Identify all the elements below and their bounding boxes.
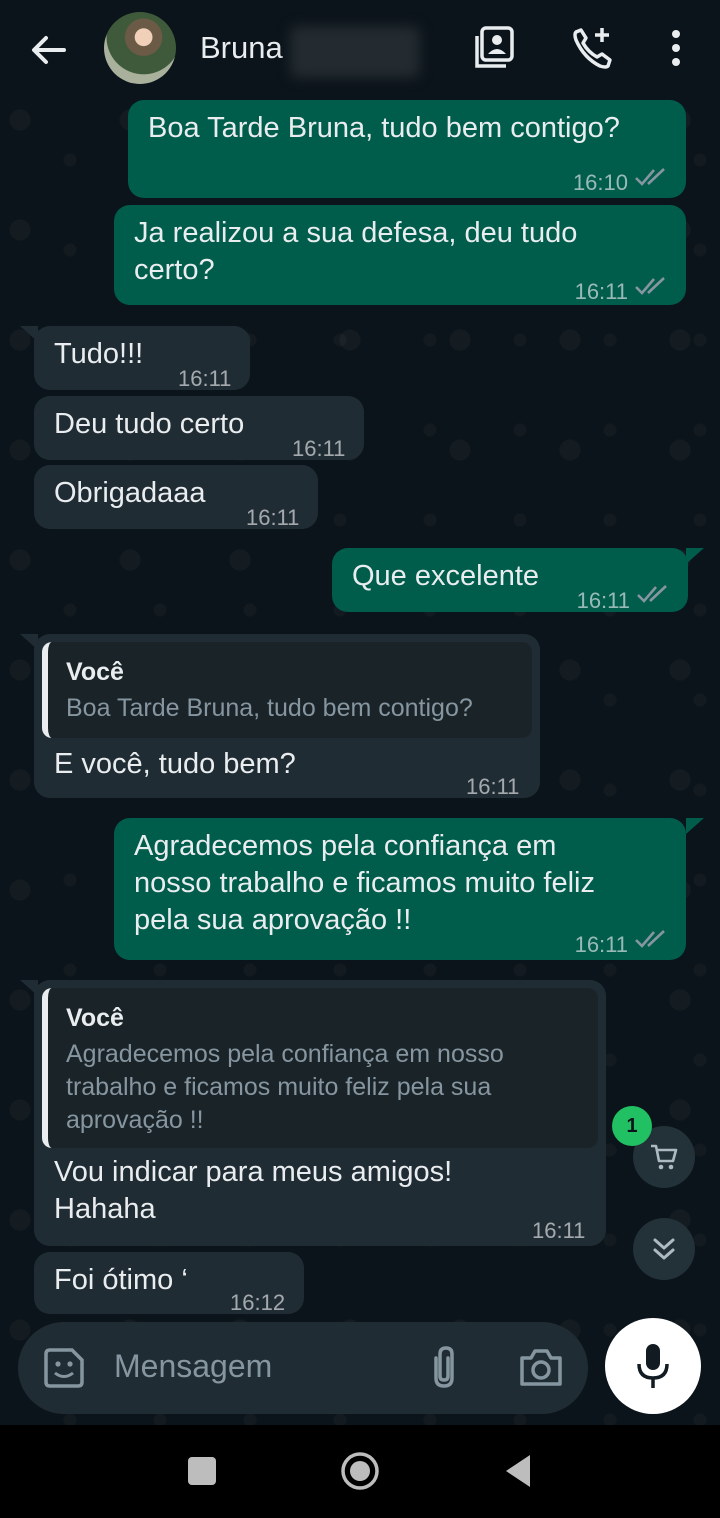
message-time: 16:11 (466, 774, 520, 799)
message-text: Boa Tarde Bruna, tudo bem contigo? (148, 112, 620, 144)
contact-name[interactable]: Bruna (200, 30, 283, 66)
quoted-message[interactable]: Você Boa Tarde Bruna, tudo bem contigo? (42, 642, 532, 738)
message-incoming[interactable]: Obrigadaaa 16:11 (34, 465, 318, 530)
message-time: 16:11 (292, 436, 346, 461)
message-time: 16:12 (230, 1290, 286, 1315)
add-call-icon[interactable] (568, 22, 616, 74)
cart-icon (651, 1144, 678, 1170)
bubble-tail (686, 818, 704, 834)
more-options-icon[interactable] (652, 22, 700, 74)
message-text: Foi ótimo ‘ (54, 1264, 188, 1296)
back-button[interactable] (502, 1453, 534, 1489)
voice-record-button[interactable] (605, 1318, 701, 1414)
quoted-message[interactable]: Você Agradecemos pela confiança em nosso… (42, 988, 598, 1148)
message-incoming-reply[interactable]: Você Agradecemos pela confiança em nosso… (34, 980, 606, 1246)
message-text: Obrigadaaa (54, 477, 206, 509)
sticker-icon[interactable] (42, 1346, 86, 1390)
message-incoming[interactable]: Tudo!!! 16:11 (34, 326, 250, 391)
message-time: 16:11 (576, 588, 630, 613)
home-button[interactable] (340, 1451, 380, 1491)
message-outgoing[interactable]: Que excelente 16:11 (332, 548, 688, 613)
quote-author: Você (66, 1004, 124, 1032)
double-check-icon (637, 585, 667, 603)
message-text: Ja realizou a sua defesa, deu tudo certo… (134, 217, 578, 286)
message-incoming[interactable]: Foi ótimo ‘ 16:12 (34, 1252, 304, 1315)
message-incoming[interactable]: Deu tudo certo 16:11 (34, 396, 364, 461)
double-check-icon (635, 168, 665, 186)
message-text: Que excelente (352, 560, 540, 592)
message-text: Vou indicar para meus amigos! Hahaha (54, 1156, 453, 1225)
message-text: Agradecemos pela confiança em nosso trab… (134, 830, 595, 936)
message-text: Tudo!!! (54, 338, 144, 370)
double-check-icon (635, 930, 665, 948)
message-incoming-reply[interactable]: Você Boa Tarde Bruna, tudo bem contigo? … (34, 634, 540, 799)
contact-card-icon[interactable] (472, 22, 520, 74)
message-outgoing[interactable]: Ja realizou a sua defesa, deu tudo certo… (114, 205, 686, 305)
double-chevron-down-icon (653, 1238, 675, 1260)
recent-apps-button[interactable] (188, 1457, 216, 1485)
attach-icon[interactable] (426, 1344, 462, 1392)
scroll-to-bottom-button[interactable] (633, 1218, 695, 1280)
message-time: 16:11 (246, 505, 300, 530)
bubble-tail (686, 548, 704, 564)
message-input[interactable]: Mensagem (114, 1348, 272, 1385)
redacted-surname (290, 26, 420, 78)
message-text: Deu tudo certo (54, 408, 245, 440)
double-check-icon (635, 277, 665, 295)
message-time: 16:11 (574, 932, 628, 957)
message-text: E você, tudo bem? (54, 748, 296, 780)
quote-text: Agradecemos pela confiança em nosso trab… (66, 1040, 504, 1134)
contact-avatar[interactable] (104, 12, 176, 84)
message-time: 16:11 (532, 1218, 586, 1243)
unread-badge: 1 (612, 1106, 652, 1146)
microphone-icon (637, 1344, 669, 1388)
camera-icon[interactable] (518, 1346, 564, 1388)
chat-header: Bruna (0, 0, 720, 100)
message-time: 16:10 (572, 170, 628, 195)
system-navigation-bar (0, 1425, 720, 1518)
quote-author: Você (66, 658, 124, 686)
message-outgoing[interactable]: Agradecemos pela confiança em nosso trab… (114, 818, 686, 960)
message-time: 16:11 (178, 366, 232, 391)
message-outgoing[interactable]: Boa Tarde Bruna, tudo bem contigo? 16:10 (128, 100, 686, 198)
message-time: 16:11 (574, 279, 628, 304)
message-composer[interactable]: Mensagem (18, 1322, 588, 1414)
back-arrow-icon[interactable] (24, 26, 72, 74)
quote-text: Boa Tarde Bruna, tudo bem contigo? (66, 694, 473, 722)
